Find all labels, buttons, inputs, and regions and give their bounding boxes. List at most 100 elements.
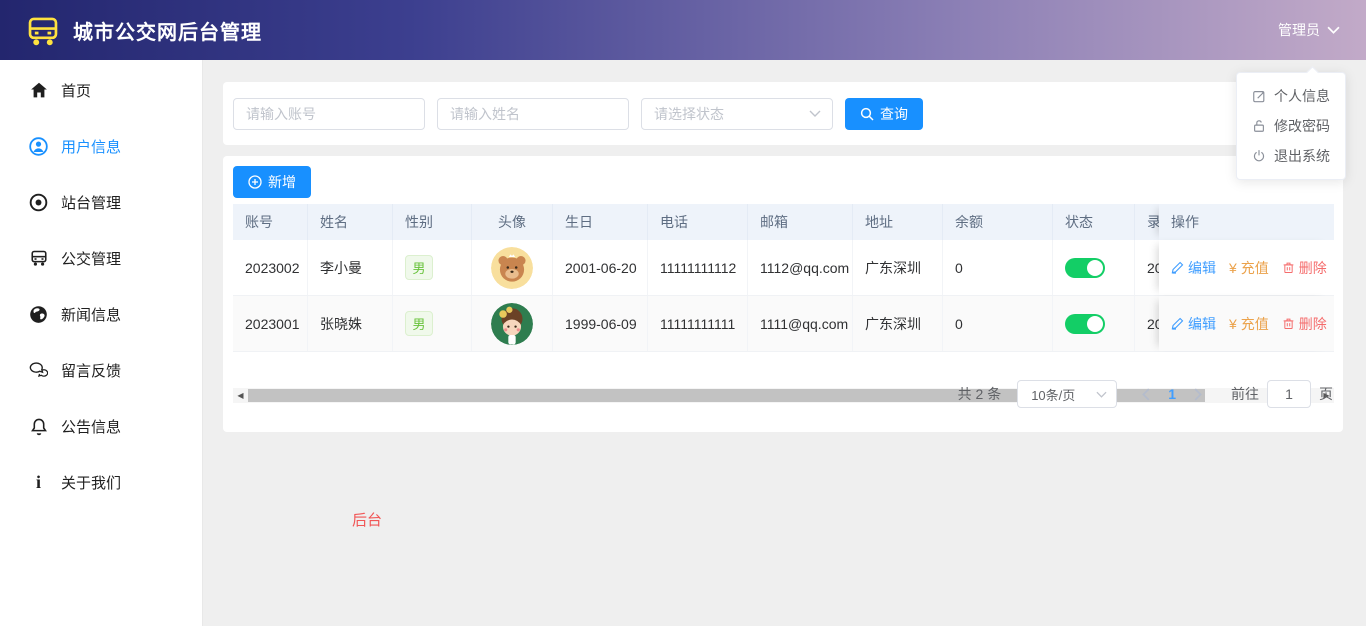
cell-name: 张晓姝 <box>308 296 393 351</box>
user-circle-icon <box>29 136 48 156</box>
delete-link[interactable]: 删除 <box>1282 314 1327 334</box>
query-button[interactable]: 查询 <box>845 97 923 130</box>
recharge-label: 充值 <box>1240 315 1269 332</box>
sidebar-item-announcements[interactable]: 公告信息 <box>0 398 202 454</box>
backend-note: 后台 <box>352 512 383 529</box>
sidebar-item-label: 公告信息 <box>61 418 122 436</box>
chevron-down-icon <box>809 110 821 117</box>
pagination: 共 2 条 10条/页 1 前往 页 <box>958 380 1333 408</box>
cell-avatar <box>472 296 553 351</box>
goto-page-group: 前往 页 <box>1231 380 1333 408</box>
prev-page-button[interactable] <box>1135 387 1156 401</box>
edit-link[interactable]: 编辑 <box>1171 258 1216 278</box>
menu-item-label: 修改密码 <box>1274 118 1330 134</box>
query-button-label: 查询 <box>880 105 908 122</box>
delete-label: 删除 <box>1298 259 1327 276</box>
bell-icon <box>29 417 48 436</box>
sidebar-item-feedback[interactable]: 留言反馈 <box>0 342 202 398</box>
add-button[interactable]: 新增 <box>233 166 311 198</box>
sidebar: 首页 用户信息 站台管理 公交管理 新闻信息 留言反馈 公告信息 i 关于我们 <box>0 60 203 626</box>
user-dropdown-menu: 个人信息 修改密码 退出系统 <box>1236 66 1346 180</box>
chevron-down-icon <box>1327 26 1340 34</box>
top-header: 城市公交网后台管理 管理员 <box>0 0 1366 60</box>
cell-balance: 0 <box>943 296 1053 351</box>
sidebar-item-buses[interactable]: 公交管理 <box>0 230 202 286</box>
cell-birthday: 2001-06-20 <box>553 240 648 295</box>
menu-item-password[interactable]: 修改密码 <box>1237 111 1345 141</box>
cell-gender: 男 <box>393 296 472 351</box>
cell-account: 2023001 <box>233 296 308 351</box>
recharge-link[interactable]: ¥ 充值 <box>1229 314 1269 334</box>
status-select-placeholder: 请选择状态 <box>654 105 724 122</box>
user-menu-trigger[interactable]: 管理员 <box>1278 20 1340 40</box>
col-header-account: 账号 <box>233 204 308 240</box>
edit-link[interactable]: 编辑 <box>1171 314 1216 334</box>
table-row: 2023001 张晓姝 男 1999-06-09 11111111111 111… <box>233 296 1334 352</box>
goto-page-input[interactable] <box>1267 380 1311 408</box>
globe-icon <box>29 305 48 324</box>
col-header-status: 状态 <box>1053 204 1135 240</box>
next-page-button[interactable] <box>1188 387 1209 401</box>
add-button-label: 新增 <box>268 174 296 190</box>
delete-link[interactable]: 删除 <box>1282 258 1327 278</box>
sidebar-item-label: 公交管理 <box>61 250 122 268</box>
sidebar-item-label: 留言反馈 <box>61 362 122 380</box>
edit-square-icon <box>1252 89 1266 103</box>
app-title: 城市公交网后台管理 <box>73 21 262 44</box>
sidebar-item-home[interactable]: 首页 <box>0 62 202 118</box>
user-table: 账号 姓名 性别 头像 生日 电话 邮箱 地址 余额 状态 录 操作 20230… <box>233 204 1334 352</box>
status-toggle-on[interactable] <box>1065 313 1105 334</box>
col-header-address: 地址 <box>853 204 943 240</box>
cell-phone: 11111111111 <box>648 296 748 351</box>
pencil-icon <box>1171 261 1184 274</box>
gender-tag: 男 <box>405 255 433 280</box>
home-icon <box>29 81 48 99</box>
brand: 城市公交网后台管理 <box>26 15 262 46</box>
sidebar-item-label: 首页 <box>61 82 92 100</box>
sidebar-item-users[interactable]: 用户信息 <box>0 118 202 174</box>
info-icon: i <box>35 472 41 492</box>
recharge-link[interactable]: ¥ 充值 <box>1229 258 1269 278</box>
sidebar-item-label: 关于我们 <box>61 474 122 492</box>
col-header-email: 邮箱 <box>748 204 853 240</box>
col-header-gender: 性别 <box>393 204 472 240</box>
status-toggle-on[interactable] <box>1065 257 1105 278</box>
unlock-icon <box>1252 119 1266 133</box>
page-size-value: 10条/页 <box>1031 387 1076 403</box>
cell-balance: 0 <box>943 240 1053 295</box>
toggle-knob <box>1087 259 1103 276</box>
cell-email: 1111@qq.com <box>748 296 853 351</box>
name-input[interactable] <box>437 97 629 130</box>
menu-item-logout[interactable]: 退出系统 <box>1237 141 1345 171</box>
menu-item-label: 退出系统 <box>1274 148 1330 164</box>
scroll-left-arrow[interactable]: ◀ <box>233 388 248 403</box>
cell-address: 广东深圳 <box>853 296 943 351</box>
table-header-row: 账号 姓名 性别 头像 生日 电话 邮箱 地址 余额 状态 录 操作 <box>233 204 1334 240</box>
yen-icon: ¥ <box>1229 259 1237 276</box>
bus-icon <box>29 249 48 267</box>
cell-avatar <box>472 240 553 295</box>
menu-item-profile[interactable]: 个人信息 <box>1237 81 1345 111</box>
page-size-select[interactable]: 10条/页 <box>1017 380 1118 408</box>
status-select[interactable]: 请选择状态 <box>641 97 833 130</box>
sidebar-item-news[interactable]: 新闻信息 <box>0 286 202 342</box>
page-number-1[interactable]: 1 <box>1156 386 1188 402</box>
cell-account: 2023002 <box>233 240 308 295</box>
search-icon <box>860 107 874 121</box>
sidebar-item-label: 站台管理 <box>61 194 122 212</box>
cell-operations: 编辑 ¥ 充值 删除 <box>1159 240 1334 295</box>
trash-icon <box>1282 317 1295 330</box>
power-icon <box>1252 149 1266 163</box>
col-header-name: 姓名 <box>308 204 393 240</box>
chevron-down-icon <box>1096 391 1107 398</box>
sidebar-item-stations[interactable]: 站台管理 <box>0 174 202 230</box>
user-table-panel: 新增 账号 姓名 性别 头像 生日 电话 邮箱 地址 余额 状态 录 操作 20… <box>223 156 1343 432</box>
cell-status <box>1053 296 1135 351</box>
sidebar-item-label: 新闻信息 <box>61 306 122 324</box>
cell-phone: 11111111112 <box>648 240 748 295</box>
col-header-avatar: 头像 <box>472 204 553 240</box>
account-input[interactable] <box>233 97 425 130</box>
sidebar-item-label: 用户信息 <box>61 138 122 156</box>
sidebar-item-about[interactable]: i 关于我们 <box>0 454 202 510</box>
main-content: 请选择状态 查询 新增 账号 <box>203 60 1366 626</box>
